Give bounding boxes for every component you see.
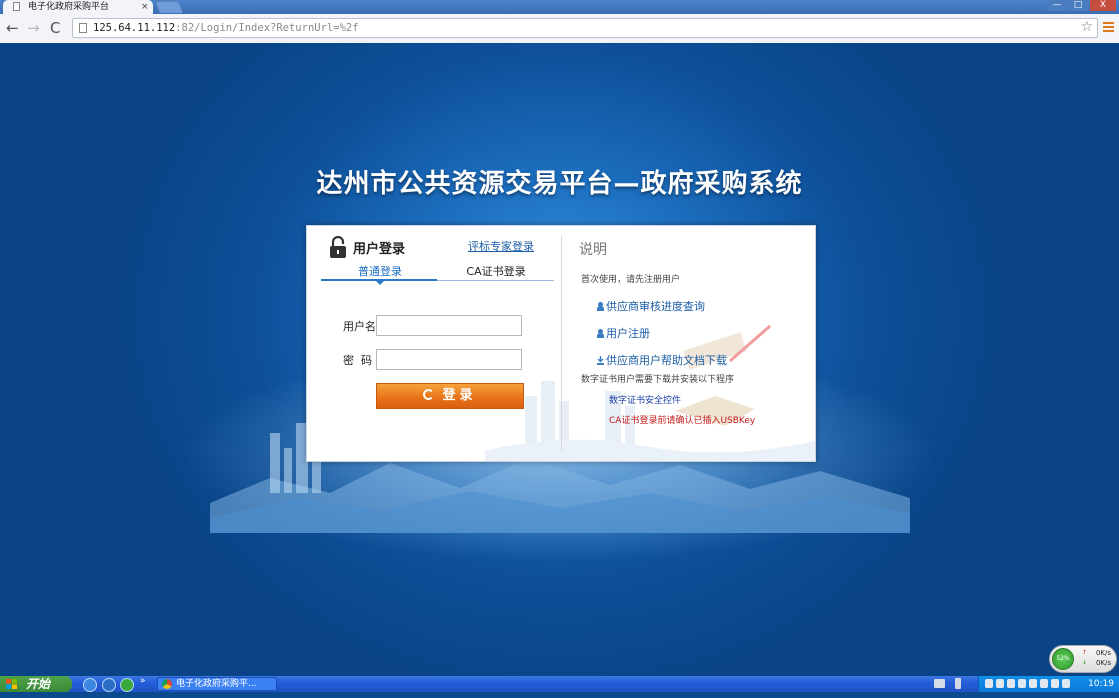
bookmark-star-icon[interactable]: ☆	[1080, 18, 1093, 36]
lock-icon	[330, 236, 346, 258]
cert-note: 数字证书用户需要下载并安装以下程序	[581, 375, 735, 385]
page-background: 达州市公共资源交易平台—政府采购系统 用户登录 评标专家登录 普通登录 CA证书…	[0, 43, 1119, 676]
browser-tab-bar: 电子化政府采购平台 × — □ X	[0, 0, 1119, 14]
user-icon	[597, 329, 604, 338]
reload-button[interactable]: C	[50, 20, 60, 36]
new-tab-button[interactable]	[154, 1, 184, 13]
tab-ca-login[interactable]: CA证书登录	[438, 263, 554, 279]
taskbar-window-button[interactable]: 电子化政府采购平...	[157, 677, 277, 691]
tray-icons[interactable]	[985, 679, 1073, 698]
taskbar-window-label: 电子化政府采购平...	[176, 679, 257, 689]
window-maximize-button[interactable]: □	[1068, 0, 1088, 11]
password-label: 密 码	[343, 354, 372, 367]
system-tray: 10:19	[978, 676, 1119, 692]
ie-icon[interactable]	[83, 678, 97, 692]
browser-toolbar: ← → C 125.64.11.112:82/Login/Index?Retur…	[0, 14, 1119, 44]
chrome-icon	[162, 679, 172, 689]
help-doc-download-link[interactable]: 供应商用户帮助文档下载	[597, 352, 727, 368]
cert-control-link[interactable]: 数字证书安全控件	[609, 393, 681, 406]
start-button[interactable]: 开始	[0, 676, 72, 692]
upload-speed: 0K/s	[1095, 649, 1111, 657]
network-speed-widget[interactable]: 52% ↑ ↓ 0K/s 0K/s	[1049, 645, 1117, 673]
forward-button[interactable]: →	[27, 20, 40, 36]
ca-warning: CA证书登录前请确认已插入USBKey	[609, 416, 756, 426]
upload-arrow-icon: ↑	[1082, 649, 1088, 656]
login-arrow-icon	[423, 389, 435, 400]
quicklaunch-icon[interactable]	[102, 678, 116, 692]
explain-heading: 说明	[579, 242, 607, 258]
username-input[interactable]	[376, 315, 522, 336]
back-button[interactable]: ←	[6, 20, 19, 36]
start-label: 开始	[26, 677, 51, 691]
login-button[interactable]: 登录	[376, 383, 524, 409]
download-speed: 0K/s	[1095, 659, 1111, 667]
quicklaunch-browser-icon[interactable]	[120, 678, 134, 692]
tab-close-button[interactable]: ×	[141, 0, 149, 14]
active-tab-caret-icon	[376, 281, 384, 285]
page-info-icon	[79, 23, 87, 33]
window-minimize-button[interactable]: —	[1047, 0, 1067, 11]
page-icon	[13, 2, 20, 11]
login-panel: 用户登录 评标专家登录 普通登录 CA证书登录 用户名 密 码 登录 说明 首次…	[306, 225, 816, 462]
expert-login-link[interactable]: 评标专家登录	[468, 238, 534, 254]
login-button-label: 登录	[442, 388, 477, 403]
browser-tab[interactable]: 电子化政府采购平台 ×	[3, 0, 153, 14]
clock: 10:19	[1088, 679, 1114, 689]
download-icon	[597, 356, 604, 365]
network-percent-gauge: 52%	[1052, 648, 1074, 670]
page-title: 达州市公共资源交易平台—政府采购系统	[316, 169, 803, 199]
url-text[interactable]: 125.64.11.112:82/Login/Index?ReturnUrl=%…	[93, 19, 359, 37]
download-arrow-icon: ↓	[1082, 659, 1088, 666]
windows-flag-icon	[6, 679, 17, 689]
register-link[interactable]: 用户注册	[597, 325, 650, 341]
supplier-progress-link[interactable]: 供应商审核进度查询	[597, 298, 705, 314]
user-icon	[597, 302, 604, 311]
username-label: 用户名	[343, 320, 376, 333]
keyboard-icon[interactable]	[934, 679, 945, 688]
usb-icon[interactable]	[955, 678, 961, 689]
address-bar[interactable]: 125.64.11.112:82/Login/Index?ReturnUrl=%…	[72, 18, 1098, 38]
password-input[interactable]	[376, 349, 522, 370]
panel-divider	[561, 236, 562, 451]
login-heading: 用户登录	[353, 242, 406, 257]
taskbar: 开始 » 电子化政府采购平... 10:19	[0, 676, 1119, 692]
browser-menu-icon[interactable]	[1103, 22, 1114, 34]
tab-normal-login[interactable]: 普通登录	[322, 263, 438, 279]
tab-title: 电子化政府采购平台	[28, 2, 110, 12]
window-close-button[interactable]: X	[1090, 0, 1116, 11]
first-use-note: 首次使用，请先注册用户	[581, 275, 681, 285]
quicklaunch-more-icon[interactable]: »	[140, 676, 146, 686]
